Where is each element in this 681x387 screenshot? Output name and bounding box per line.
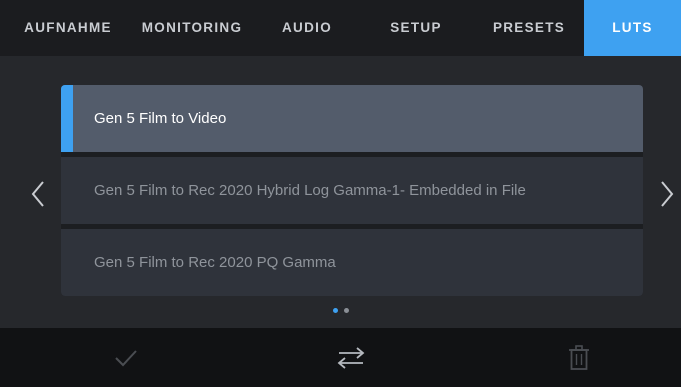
lut-item[interactable]: Gen 5 Film to Rec 2020 PQ Gamma [61,229,643,296]
tab-bar: AUFNAHME MONITORING AUDIO SETUP PRESETS … [0,0,681,56]
previous-page-button[interactable] [26,174,50,214]
page-indicator [0,308,681,313]
tab-presets[interactable]: PRESETS [483,0,575,56]
tab-setup[interactable]: SETUP [378,0,454,56]
trash-icon [569,344,589,370]
lut-list: Gen 5 Film to Video Gen 5 Film to Rec 20… [61,85,643,296]
next-page-button[interactable] [655,174,679,214]
bottom-toolbar [0,328,681,387]
lut-item-selected[interactable]: Gen 5 Film to Video [61,85,643,152]
lut-item-label: Gen 5 Film to Video [94,110,227,127]
lut-item[interactable]: Gen 5 Film to Rec 2020 Hybrid Log Gamma-… [61,157,643,224]
chevron-right-icon [661,181,674,207]
lut-panel: Gen 5 Film to Video Gen 5 Film to Rec 20… [0,56,681,328]
tab-monitoring[interactable]: MONITORING [132,0,252,56]
tab-audio[interactable]: AUDIO [268,0,346,56]
lut-item-label: Gen 5 Film to Rec 2020 Hybrid Log Gamma-… [94,182,526,199]
page-dot [343,308,349,313]
page-dot-active [332,308,338,313]
swap-arrows-icon [337,346,365,369]
transfer-lut-button[interactable] [321,328,381,387]
lut-item-label: Gen 5 Film to Rec 2020 PQ Gamma [94,254,336,271]
chevron-left-icon [31,181,44,207]
tab-aufnahme[interactable]: AUFNAHME [14,0,122,56]
selection-indicator [61,85,73,152]
delete-lut-button[interactable] [549,328,609,387]
checkmark-icon [115,349,137,366]
luts-screen: AUFNAHME MONITORING AUDIO SETUP PRESETS … [0,0,681,387]
apply-lut-button[interactable] [96,328,156,387]
tab-luts[interactable]: LUTS [584,0,681,56]
